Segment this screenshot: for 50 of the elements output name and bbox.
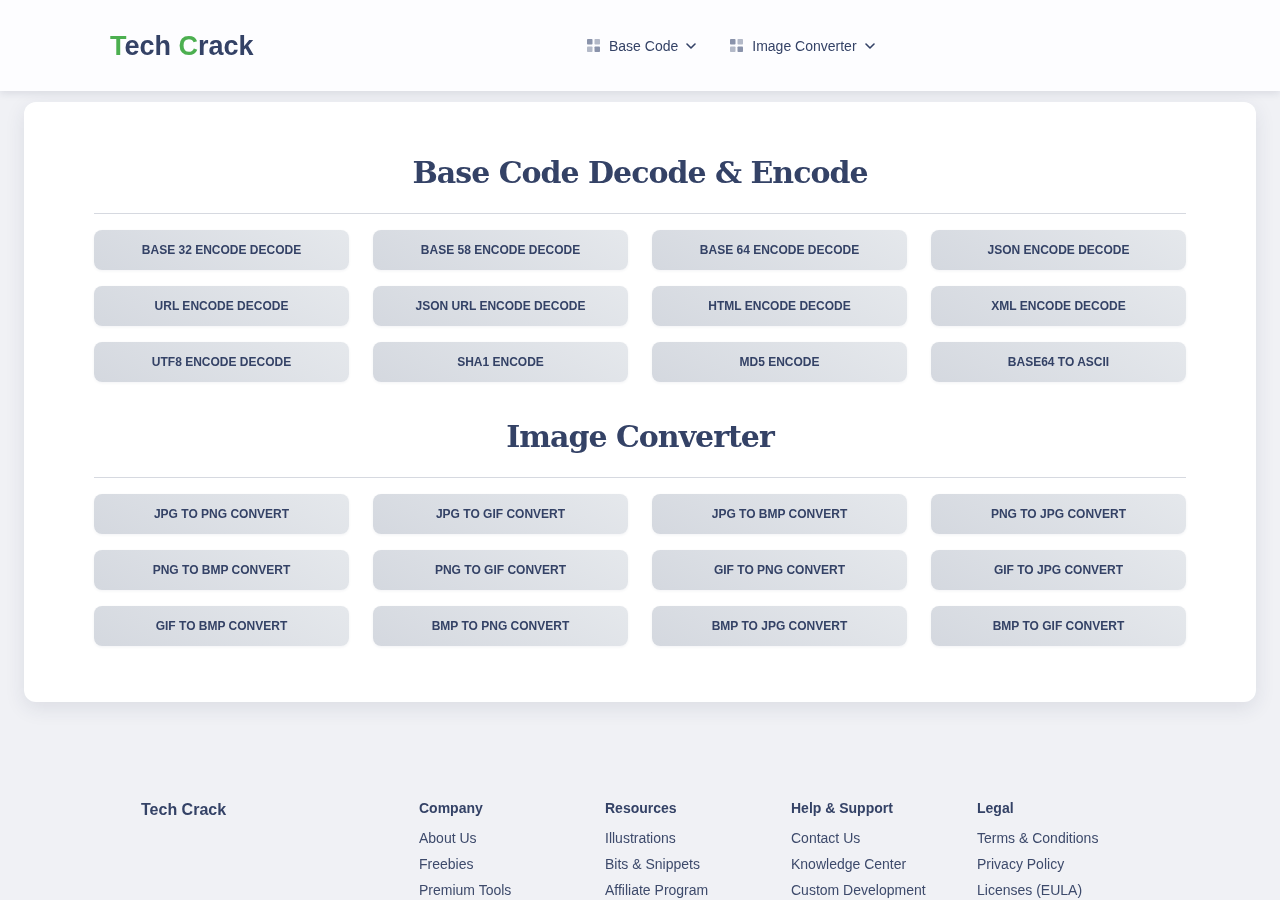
- nav-menu-item[interactable]: Base Code: [587, 35, 697, 56]
- footer-link[interactable]: Bits & Snippets: [605, 851, 700, 877]
- tool-button[interactable]: BASE64 TO ASCII: [931, 342, 1186, 382]
- tool-button[interactable]: MD5 ENCODE: [652, 342, 907, 382]
- chevron-down-icon: [686, 42, 697, 49]
- tool-button[interactable]: BMP TO PNG CONVERT: [373, 606, 628, 646]
- footer-link[interactable]: Custom Development: [791, 877, 926, 900]
- tool-button[interactable]: JSON ENCODE DECODE: [931, 230, 1186, 270]
- section-title: Base Code Decode & Encode: [411, 154, 869, 192]
- tool-button[interactable]: GIF TO JPG CONVERT: [931, 550, 1186, 590]
- footer-link[interactable]: Privacy Policy: [977, 851, 1065, 877]
- tool-button[interactable]: PNG TO JPG CONVERT: [931, 494, 1186, 534]
- logo[interactable]: Tech Crack: [110, 28, 254, 63]
- footer-link[interactable]: About Us: [419, 825, 477, 851]
- tool-button[interactable]: GIF TO PNG CONVERT: [652, 550, 907, 590]
- tool-button[interactable]: JPG TO PNG CONVERT: [94, 494, 349, 534]
- tool-button[interactable]: BMP TO GIF CONVERT: [931, 606, 1186, 646]
- footer-link[interactable]: Licenses (EULA): [977, 877, 1083, 900]
- tool-button[interactable]: BMP TO JPG CONVERT: [652, 606, 907, 646]
- tool-button[interactable]: SHA1 ENCODE: [373, 342, 628, 382]
- tool-button[interactable]: BASE 58 ENCODE DECODE: [373, 230, 628, 270]
- tool-button[interactable]: BASE 64 ENCODE DECODE: [652, 230, 907, 270]
- footer-heading: Resources: [605, 800, 677, 816]
- footer-heading: Help & Support: [791, 800, 893, 816]
- footer-link[interactable]: Affiliate Program: [605, 877, 709, 900]
- tool-button[interactable]: XML ENCODE DECODE: [931, 286, 1186, 326]
- tool-button[interactable]: PNG TO BMP CONVERT: [94, 550, 349, 590]
- footer-link[interactable]: Contact Us: [791, 825, 861, 851]
- tool-button[interactable]: JPG TO BMP CONVERT: [652, 494, 907, 534]
- tool-button[interactable]: BASE 32 ENCODE DECODE: [94, 230, 349, 270]
- tool-button[interactable]: JPG TO GIF CONVERT: [373, 494, 628, 534]
- footer-link[interactable]: Knowledge Center: [791, 851, 907, 877]
- chevron-down-icon: [864, 42, 875, 49]
- tool-button[interactable]: HTML ENCODE DECODE: [652, 286, 907, 326]
- tool-button[interactable]: PNG TO GIF CONVERT: [373, 550, 628, 590]
- tool-button[interactable]: JSON URL ENCODE DECODE: [373, 286, 628, 326]
- tool-button[interactable]: UTF8 ENCODE DECODE: [94, 342, 349, 382]
- section-title: Image Converter: [505, 418, 776, 456]
- nav-menu-item[interactable]: Image Converter: [730, 35, 875, 56]
- footer-heading: Company: [419, 800, 483, 816]
- tool-button[interactable]: URL ENCODE DECODE: [94, 286, 349, 326]
- tool-button[interactable]: GIF TO BMP CONVERT: [94, 606, 349, 646]
- grid-icon: [730, 39, 744, 52]
- footer-heading: Legal: [977, 800, 1014, 816]
- grid-icon: [587, 39, 600, 52]
- footer-link[interactable]: Terms & Conditions: [977, 825, 1099, 851]
- footer-link[interactable]: Illustrations: [605, 825, 676, 851]
- footer-link[interactable]: Freebies: [419, 851, 474, 877]
- footer-link[interactable]: Premium Tools: [419, 877, 512, 900]
- footer-brand: Tech Crack: [141, 801, 227, 818]
